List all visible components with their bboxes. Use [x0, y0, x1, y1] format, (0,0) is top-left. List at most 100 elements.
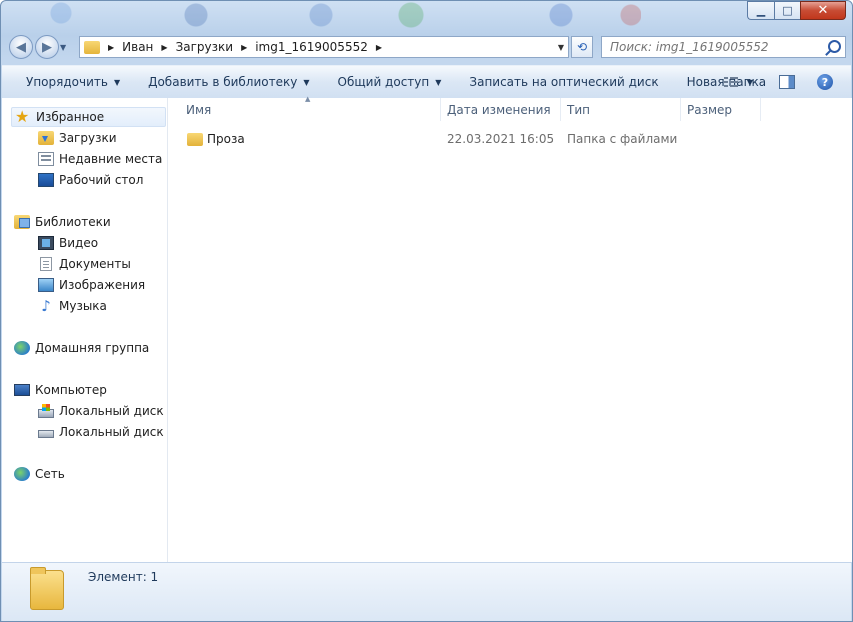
share-label: Общий доступ	[337, 75, 430, 89]
navigation-pane: ★ Избранное Загрузки Недавние места Рабо…	[2, 98, 181, 562]
list-item[interactable]: Проза 22.03.2021 16:05 Папка с файлами	[180, 129, 840, 149]
file-type: Папка с файлами	[567, 132, 678, 146]
folder-icon	[30, 567, 64, 610]
downloads-folder-icon	[38, 131, 54, 145]
address-bar[interactable]: ▶ Иван ▶ Загрузки ▶ img1_1619005552 ▶ ▼	[79, 36, 569, 58]
minimize-button[interactable]: ▁	[747, 1, 774, 20]
sidebar-item-label: Локальный диск (C	[59, 404, 181, 418]
details-pane: Элемент: 1	[2, 562, 851, 621]
add-to-library-label: Добавить в библиотеку	[148, 75, 298, 89]
add-to-library-button[interactable]: Добавить в библиотеку ▼	[148, 75, 309, 89]
close-button[interactable]: ✕	[800, 1, 846, 20]
sidebar-item-label: Музыка	[59, 299, 107, 313]
chevron-down-icon: ▼	[435, 77, 442, 87]
explorer-window: ▁ □ ✕ ◀ ▶ ▼ ▶ Иван ▶ Загрузки ▶ img1_161…	[0, 0, 853, 622]
sidebar-item-label: Компьютер	[35, 383, 107, 397]
search-icon[interactable]	[828, 40, 841, 53]
sidebar-item-desktop[interactable]: Рабочий стол	[38, 170, 143, 190]
file-date: 22.03.2021 16:05	[447, 132, 555, 146]
file-list[interactable]: ▲ Имя Дата изменения Тип Размер Проза 22…	[168, 95, 852, 562]
sidebar-item-label: Домашняя группа	[35, 341, 150, 355]
file-name: Проза	[207, 132, 245, 146]
maximize-button[interactable]: □	[774, 1, 800, 20]
sidebar-item-label: Видео	[59, 236, 99, 250]
window-controls: ▁ □ ✕	[747, 1, 846, 20]
column-type-label: Тип	[567, 102, 590, 117]
breadcrumb-separator-icon[interactable]: ▶	[161, 43, 167, 52]
homegroup-icon	[14, 341, 30, 355]
folder-icon	[84, 40, 100, 54]
sidebar-item-label: Документы	[59, 257, 131, 271]
sidebar-item-local-disk-c[interactable]: Локальный диск (C	[38, 401, 180, 421]
sidebar-item-label: Рабочий стол	[59, 173, 144, 187]
sidebar-item-label: Сеть	[35, 467, 65, 481]
view-dropdown-icon[interactable]: ▼	[747, 78, 753, 87]
column-type[interactable]: Тип	[561, 98, 681, 121]
recent-pages-dropdown-icon[interactable]: ▼	[60, 43, 72, 52]
address-dropdown-icon[interactable]: ▼	[558, 43, 564, 52]
recent-places-icon	[38, 152, 54, 166]
sidebar-item-network[interactable]: Сеть	[14, 464, 65, 484]
title-bar[interactable]: ▁ □ ✕	[1, 1, 852, 31]
organize-button[interactable]: Упорядочить ▼	[26, 75, 120, 89]
sidebar-item-local-disk-d[interactable]: Локальный диск (D	[38, 422, 181, 442]
desktop-icon	[38, 173, 54, 187]
sidebar-item-label: Библиотеки	[35, 215, 111, 229]
refresh-icon: ⟲	[576, 40, 588, 54]
documents-icon	[40, 257, 52, 271]
column-size-label: Размер	[687, 102, 733, 117]
sidebar-item-documents[interactable]: Документы	[38, 254, 131, 274]
breadcrumb-separator-icon[interactable]: ▶	[376, 43, 382, 52]
item-count: Элемент: 1	[88, 570, 159, 584]
images-icon	[38, 278, 54, 292]
drive-icon	[38, 430, 54, 438]
sidebar-item-images[interactable]: Изображения	[38, 275, 145, 295]
breadcrumb-current-folder[interactable]: img1_1619005552	[255, 40, 368, 54]
computer-icon	[14, 384, 30, 396]
network-icon	[14, 467, 30, 481]
folder-icon	[187, 132, 203, 146]
sidebar-item-favorites[interactable]: ★ Избранное	[11, 107, 166, 127]
column-name[interactable]: Имя	[180, 98, 441, 121]
share-button[interactable]: Общий доступ ▼	[338, 75, 442, 89]
breadcrumb-separator-icon[interactable]: ▶	[241, 43, 247, 52]
sidebar-item-music[interactable]: ♪ Музыка	[38, 296, 107, 316]
back-arrow-icon: ◀	[16, 39, 26, 55]
libraries-icon	[14, 215, 30, 229]
sidebar-item-computer[interactable]: Компьютер	[14, 380, 107, 400]
search-box[interactable]	[601, 36, 846, 58]
system-drive-icon	[38, 403, 54, 418]
search-input[interactable]	[608, 39, 822, 55]
sidebar-item-video[interactable]: Видео	[38, 233, 98, 253]
breadcrumb-downloads[interactable]: Загрузки	[176, 40, 234, 54]
back-button[interactable]: ◀	[9, 35, 33, 59]
background-desktop-icons	[21, 1, 641, 31]
sidebar-item-label: Недавние места	[59, 152, 163, 166]
column-date-label: Дата изменения	[447, 102, 551, 117]
sidebar-item-recent-places[interactable]: Недавние места	[38, 149, 162, 169]
sidebar-item-label: Локальный диск (D	[59, 425, 182, 439]
music-note-icon: ♪	[41, 297, 51, 315]
star-icon: ★	[15, 107, 30, 126]
help-icon[interactable]: ?	[817, 74, 833, 90]
preview-pane-icon[interactable]	[779, 75, 795, 89]
sidebar-item-homegroup[interactable]: Домашняя группа	[14, 338, 149, 358]
sidebar-item-libraries[interactable]: Библиотеки	[14, 212, 111, 232]
forward-button[interactable]: ▶	[35, 35, 59, 59]
organize-label: Упорядочить	[26, 75, 108, 89]
breadcrumb-separator-icon[interactable]: ▶	[108, 43, 114, 52]
column-size[interactable]: Размер	[681, 98, 761, 121]
sidebar-item-downloads[interactable]: Загрузки	[38, 128, 117, 148]
sidebar-item-label: Избранное	[36, 110, 105, 124]
sidebar-item-label: Загрузки	[59, 131, 117, 145]
column-date[interactable]: Дата изменения	[441, 98, 561, 121]
refresh-button[interactable]: ⟲	[571, 36, 593, 58]
view-options-icon[interactable]	[723, 76, 738, 88]
burn-disc-label: Записать на оптический диск	[469, 75, 659, 89]
breadcrumb-ivan[interactable]: Иван	[122, 40, 153, 54]
video-icon	[38, 236, 54, 250]
chevron-down-icon: ▼	[113, 77, 121, 87]
navigation-bar: ◀ ▶ ▼ ▶ Иван ▶ Загрузки ▶ img1_161900555…	[9, 34, 846, 60]
chevron-down-icon: ▼	[303, 77, 310, 87]
burn-disc-button[interactable]: Записать на оптический диск	[469, 75, 658, 89]
